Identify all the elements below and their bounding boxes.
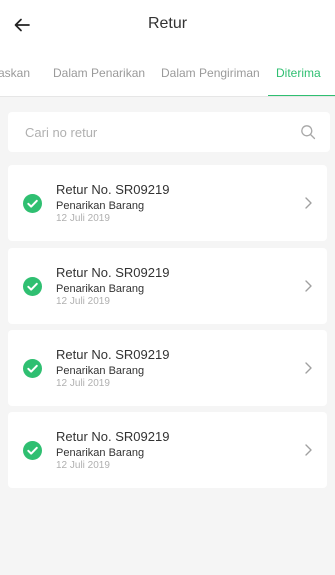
return-card[interactable]: Retur No. SR09219 Penarikan Barang 12 Ju…: [8, 412, 327, 488]
return-number: Retur No. SR09219: [56, 347, 170, 362]
tab-dalam-pengiriman[interactable]: Dalam Pengiriman: [161, 50, 260, 96]
search-box: [8, 112, 330, 152]
chevron-right-icon: [305, 197, 312, 209]
return-number: Retur No. SR09219: [56, 265, 170, 280]
return-number: Retur No. SR09219: [56, 182, 170, 197]
tab-partial-first[interactable]: askan: [0, 50, 30, 96]
check-circle-icon: [23, 194, 42, 213]
check-circle-icon: [23, 441, 42, 460]
return-status: Penarikan Barang: [56, 447, 145, 459]
return-number: Retur No. SR09219: [56, 429, 170, 444]
tab-dalam-penarikan[interactable]: Dalam Penarikan: [53, 50, 145, 96]
return-status: Penarikan Barang: [56, 365, 145, 377]
active-tab-indicator: [268, 95, 335, 96]
search-input[interactable]: [8, 112, 330, 152]
chevron-right-icon: [305, 444, 312, 456]
return-date: 12 Juli 2019: [56, 460, 110, 471]
return-date: 12 Juli 2019: [56, 378, 110, 389]
return-card[interactable]: Retur No. SR09219 Penarikan Barang 12 Ju…: [8, 330, 327, 406]
status-tabs: askan Dalam Penarikan Dalam Pengiriman D…: [0, 50, 335, 97]
return-status: Penarikan Barang: [56, 200, 145, 212]
check-circle-icon: [23, 277, 42, 296]
return-status: Penarikan Barang: [56, 283, 145, 295]
check-circle-icon: [23, 359, 42, 378]
chevron-right-icon: [305, 280, 312, 292]
return-card[interactable]: Retur No. SR09219 Penarikan Barang 12 Ju…: [8, 165, 327, 241]
search-icon[interactable]: [300, 124, 316, 140]
page-title: Retur: [147, 15, 188, 32]
return-date: 12 Juli 2019: [56, 296, 110, 307]
tab-diterima[interactable]: Diterima: [276, 50, 321, 96]
return-date: 12 Juli 2019: [56, 213, 110, 224]
app-header: Retur: [0, 0, 335, 50]
return-card[interactable]: Retur No. SR09219 Penarikan Barang 12 Ju…: [8, 248, 327, 324]
chevron-right-icon: [305, 362, 312, 374]
